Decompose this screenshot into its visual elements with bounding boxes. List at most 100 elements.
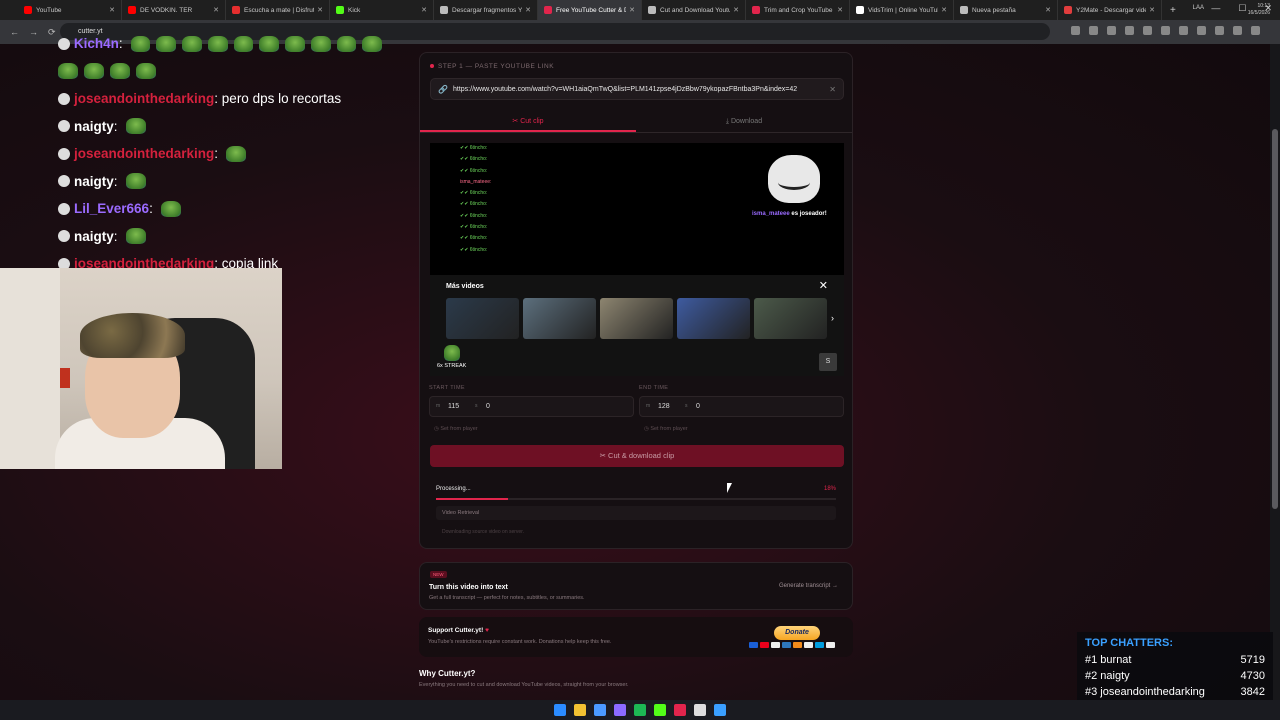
close-tab-icon[interactable]: ✕ xyxy=(1149,6,1155,14)
generate-transcript-link[interactable]: Generate transcript → xyxy=(779,583,838,589)
top-chatter-row: #2 naigty 4730 xyxy=(1085,670,1265,686)
video-thumbnail[interactable] xyxy=(677,298,750,339)
taskbar-app-icon[interactable] xyxy=(614,704,626,716)
chatter-count: 4730 xyxy=(1240,670,1265,682)
chevron-right-icon[interactable]: › xyxy=(831,313,834,323)
reload-icon[interactable]: ⟳ xyxy=(48,27,56,38)
video-thumbnail[interactable] xyxy=(523,298,596,339)
video-alert: isma_mateee es joseador! xyxy=(752,211,827,217)
close-tab-icon[interactable]: ✕ xyxy=(629,6,635,14)
alert-name: isma_mateee xyxy=(752,211,790,217)
input-language[interactable]: LAA xyxy=(1193,5,1204,11)
chat-badge-icon xyxy=(58,147,70,160)
maximize-icon[interactable]: ☐ xyxy=(1238,3,1246,14)
start-time-field[interactable]: m 115 s 0 xyxy=(429,396,634,417)
support-title-text: Support Cutter.yt! xyxy=(428,627,484,634)
browser-tab[interactable]: Y2Mate - Descargar vide ✕ xyxy=(1058,0,1162,20)
profile-avatar[interactable] xyxy=(1233,26,1242,35)
close-tab-icon[interactable]: ✕ xyxy=(733,6,739,14)
browser-tab[interactable]: Cut and Download Youtu ✕ xyxy=(642,0,746,20)
taskbar-app-icon[interactable] xyxy=(654,704,666,716)
back-icon[interactable]: ← xyxy=(10,27,19,37)
browser-tab[interactable]: Kick ✕ xyxy=(330,0,434,20)
close-tab-icon[interactable]: ✕ xyxy=(317,6,323,14)
taskbar-app-icon[interactable] xyxy=(674,704,686,716)
taskbar-app-icon[interactable] xyxy=(634,704,646,716)
set-end-from-player[interactable]: ◷ Set from player xyxy=(644,426,688,432)
video-player[interactable]: ✔✔ 6tincho: ✔✔ 6tincho: ✔✔ 6tincho: isma_ma… xyxy=(430,143,844,376)
scrollbar-thumb[interactable] xyxy=(1272,129,1278,509)
set-start-from-player[interactable]: ◷ Set from player xyxy=(434,426,478,432)
favicon-icon xyxy=(24,6,32,14)
close-tab-icon[interactable]: ✕ xyxy=(941,6,947,14)
taskbar-app-icon[interactable] xyxy=(594,704,606,716)
browser-tab[interactable]: Descargar fragmentos Yo ✕ xyxy=(434,0,538,20)
tab-cut-clip-label: Cut clip xyxy=(520,118,544,125)
taskbar-app-icon[interactable] xyxy=(574,704,586,716)
s-button[interactable]: S xyxy=(819,353,837,371)
browser-tab[interactable]: Nueva pestaña ✕ xyxy=(954,0,1058,20)
eye-off-icon[interactable] xyxy=(1107,26,1116,35)
end-time-field[interactable]: m 128 s 0 xyxy=(639,396,844,417)
taskbar-app-icon[interactable] xyxy=(714,704,726,716)
system-clock[interactable]: 10:13 16/5/2026 xyxy=(1248,3,1270,17)
browser-tab[interactable]: DE VODKIN. TER ✕ xyxy=(122,0,226,20)
taskbar-app-icon[interactable] xyxy=(554,704,566,716)
youtube-url-input[interactable]: 🔗 https://www.youtube.com/watch?v=WH1aia… xyxy=(430,78,844,100)
start-minutes-input[interactable]: 115 xyxy=(448,403,459,410)
start-minutes-unit: m xyxy=(436,403,441,409)
mastercard-icon xyxy=(760,642,769,648)
streak-emote-icon xyxy=(444,345,460,361)
browser-tab[interactable]: Escucha a mate | Disfruta ✕ xyxy=(226,0,330,20)
close-tab-icon[interactable]: ✕ xyxy=(213,6,219,14)
video-thumbnail[interactable] xyxy=(600,298,673,339)
donate-button[interactable]: Donate xyxy=(774,626,820,640)
close-tab-icon[interactable]: ✕ xyxy=(1045,6,1051,14)
video-thumbnails xyxy=(446,298,827,339)
video-thumbnail[interactable] xyxy=(446,298,519,339)
favicon-icon xyxy=(544,6,552,14)
cast-icon[interactable] xyxy=(1089,26,1098,35)
close-tab-icon[interactable]: ✕ xyxy=(421,6,427,14)
close-tab-icon[interactable]: ✕ xyxy=(525,6,531,14)
close-icon[interactable]: ✕ xyxy=(819,279,828,292)
minimize-icon[interactable]: — xyxy=(1211,3,1220,14)
browser-tab[interactable]: Trim and Crop YouTube v ✕ xyxy=(746,0,850,20)
extension-icon[interactable] xyxy=(1197,26,1206,35)
favicon-icon xyxy=(1064,6,1072,14)
browser-tab[interactable]: VidsTrim | Online YouTub ✕ xyxy=(850,0,954,20)
page-scrollbar[interactable] xyxy=(1270,44,1280,700)
browser-tab[interactable]: YouTube ✕ xyxy=(18,0,122,20)
translate-icon[interactable] xyxy=(1071,26,1080,35)
trollface-image xyxy=(768,155,820,203)
browser-tab[interactable]: Free YouTube Cutter & D ✕ xyxy=(538,0,642,20)
cut-download-button[interactable]: ✂ Cut & download clip xyxy=(430,445,844,467)
video-chat-line: ✔✔ 6tincho: xyxy=(460,224,488,231)
pepe-emote-icon xyxy=(110,63,130,80)
extension-icon[interactable] xyxy=(1215,26,1224,35)
menu-icon[interactable] xyxy=(1251,26,1260,35)
extension-icons xyxy=(1071,26,1260,35)
end-minutes-input[interactable]: 128 xyxy=(658,403,670,410)
mode-tabs: ✂ Cut clip ⤓ Download xyxy=(420,111,852,133)
tab-download[interactable]: ⤓ Download xyxy=(636,111,852,132)
end-seconds-input[interactable]: 0 xyxy=(696,403,700,410)
transcript-subtitle: Get a full transcript — perfect for note… xyxy=(429,595,585,601)
chat-badge-icon xyxy=(58,120,70,133)
clear-url-icon[interactable]: ✕ xyxy=(829,79,836,99)
taskbar-app-icon[interactable] xyxy=(694,704,706,716)
close-tab-icon[interactable]: ✕ xyxy=(109,6,115,14)
star-icon[interactable] xyxy=(1143,26,1152,35)
extension-icon[interactable] xyxy=(1179,26,1188,35)
forward-icon[interactable]: → xyxy=(29,27,38,37)
start-seconds-input[interactable]: 0 xyxy=(486,403,490,410)
start-seconds-unit: s xyxy=(475,403,478,409)
zoom-icon[interactable] xyxy=(1125,26,1134,35)
close-tab-icon[interactable]: ✕ xyxy=(837,6,843,14)
extension-icon[interactable] xyxy=(1161,26,1170,35)
video-thumbnail[interactable] xyxy=(754,298,827,339)
pepe-emote-icon xyxy=(160,200,181,217)
new-tab-icon[interactable]: + xyxy=(1170,5,1176,16)
chat-username: Lil_Ever666 xyxy=(74,201,150,217)
tab-cut-clip[interactable]: ✂ Cut clip xyxy=(420,111,636,132)
